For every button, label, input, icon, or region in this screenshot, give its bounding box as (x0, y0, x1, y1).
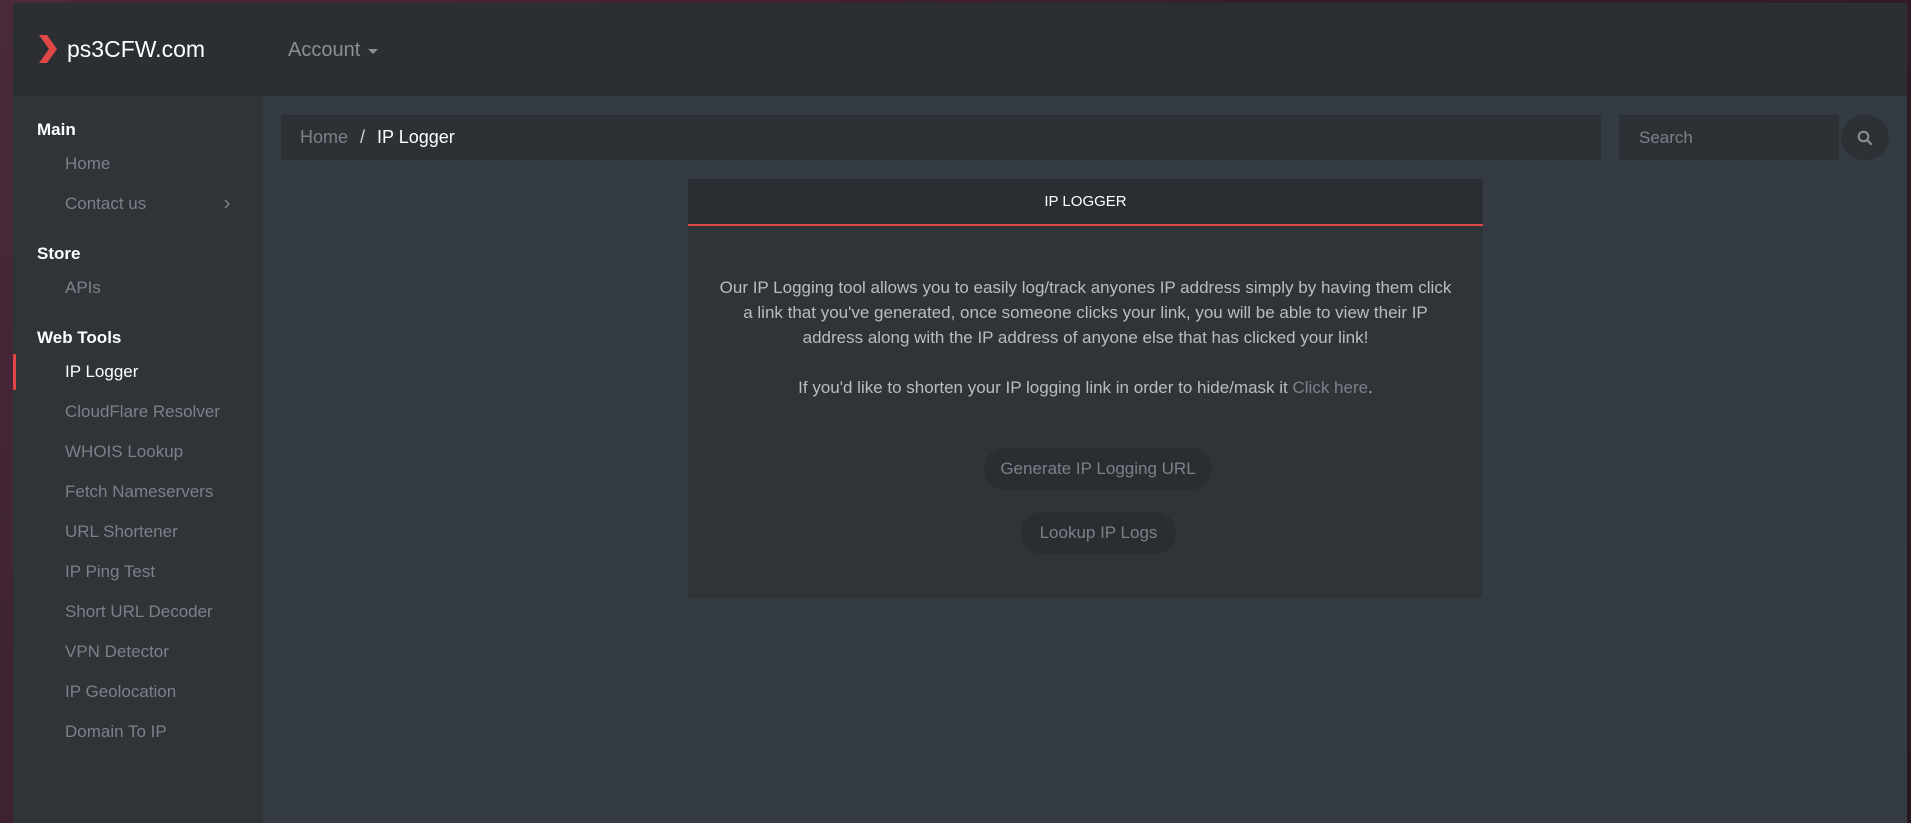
search-icon (1857, 130, 1873, 145)
sidebar-item-url-shortener[interactable]: URL Shortener (13, 514, 263, 550)
app-window: ps3CFW.com Account Main Home Contact us … (13, 3, 1907, 823)
sidebar-item-label: IP Logger (65, 362, 139, 381)
shorten-notice: If you'd like to shorten your IP logging… (714, 350, 1457, 400)
sidebar-item-cloudflare-resolver[interactable]: CloudFlare Resolver (13, 394, 263, 430)
sidebar-item-label: WHOIS Lookup (65, 442, 184, 461)
ip-logger-card: IP LOGGER Our IP Logging tool allows you… (688, 179, 1483, 598)
sidebar-item-ip-logger[interactable]: IP Logger (13, 354, 263, 390)
lookup-ip-logs-button[interactable]: Lookup IP Logs (1021, 512, 1176, 554)
sidebar-item-short-url-decoder[interactable]: Short URL Decoder (13, 594, 263, 630)
sidebar-item-label: Fetch Nameservers (65, 482, 214, 501)
sidebar-item-contact-us[interactable]: Contact us (13, 186, 263, 222)
click-here-link[interactable]: Click here (1292, 378, 1368, 397)
sidebar-item-apis[interactable]: APIs (13, 270, 263, 306)
breadcrumb-home-link[interactable]: Home (300, 127, 348, 148)
shorten-suffix: . (1368, 378, 1373, 397)
top-navbar: ps3CFW.com Account (13, 3, 1907, 96)
brand[interactable]: ps3CFW.com (37, 33, 205, 65)
sidebar-section-main: Main (37, 120, 76, 139)
account-dropdown[interactable]: Account (288, 39, 379, 62)
sidebar-item-home[interactable]: Home (13, 146, 263, 182)
sidebar-item-label: URL Shortener (65, 522, 178, 541)
sidebar-item-label: VPN Detector (65, 642, 169, 661)
sidebar-item-label: CloudFlare Resolver (65, 402, 220, 421)
sidebar-item-label: IP Geolocation (65, 682, 177, 701)
search-input[interactable] (1619, 115, 1839, 160)
breadcrumb: Home / IP Logger (281, 115, 1601, 160)
sidebar-item-ip-ping-test[interactable]: IP Ping Test (13, 554, 263, 590)
sidebar-item-ip-geolocation[interactable]: IP Geolocation (13, 674, 263, 710)
sidebar-item-label: IP Ping Test (65, 562, 156, 581)
sidebar-item-label: Contact us (65, 194, 147, 213)
card-description: Our IP Logging tool allows you to easily… (719, 278, 1452, 347)
generate-ip-logging-url-button[interactable]: Generate IP Logging URL (984, 448, 1212, 490)
chevron-right-logo-icon (39, 35, 57, 63)
chevron-right-icon (224, 199, 231, 209)
sidebar-item-label: Home (65, 154, 111, 173)
account-label: Account (288, 39, 361, 61)
breadcrumb-separator: / (360, 127, 366, 147)
brand-name: ps3CFW.com (67, 35, 206, 62)
caret-down-icon (368, 49, 379, 54)
shorten-text: If you'd like to shorten your IP logging… (798, 378, 1293, 397)
sidebar-item-label: APIs (65, 278, 101, 297)
sidebar-item-label: Domain To IP (65, 722, 167, 741)
sidebar-section-store: Store (37, 244, 81, 263)
search-button[interactable] (1841, 115, 1889, 160)
breadcrumb-current: IP Logger (377, 127, 455, 147)
card-body: Our IP Logging tool allows you to easily… (688, 226, 1483, 400)
sidebar: Main Home Contact us Store APIs Web Tool… (13, 96, 263, 823)
sidebar-item-domain-to-ip[interactable]: Domain To IP (13, 714, 263, 750)
sidebar-item-fetch-nameservers[interactable]: Fetch Nameservers (13, 474, 263, 510)
sidebar-item-whois-lookup[interactable]: WHOIS Lookup (13, 434, 263, 470)
card-title: IP LOGGER (688, 179, 1483, 226)
sidebar-section-web-tools: Web Tools (37, 328, 122, 347)
sidebar-item-vpn-detector[interactable]: VPN Detector (13, 634, 263, 670)
sidebar-item-label: Short URL Decoder (65, 602, 213, 621)
